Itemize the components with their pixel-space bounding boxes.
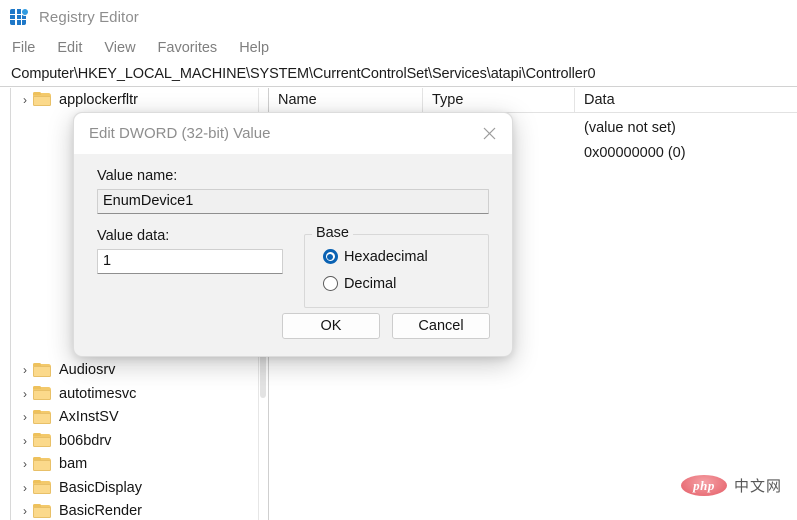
tree-item-label: Audiosrv	[59, 362, 116, 379]
cancel-button[interactable]: Cancel	[392, 313, 490, 339]
dialog-title-bar: Edit DWORD (32-bit) Value	[74, 113, 512, 154]
watermark: php 中文网	[680, 475, 782, 496]
close-icon[interactable]	[467, 113, 512, 154]
values-list-header: Name Type Data	[269, 88, 797, 113]
tree-item-b06bdrv[interactable]: › b06bdrv	[11, 429, 268, 453]
radio-decimal[interactable]: Decimal	[322, 271, 488, 296]
registry-editor-icon	[10, 7, 29, 27]
base-legend: Base	[311, 225, 353, 241]
dialog-title: Edit DWORD (32-bit) Value	[89, 125, 271, 142]
radio-hexadecimal-indicator[interactable]	[322, 249, 338, 264]
tree-item-label: autotimesvc	[59, 385, 137, 402]
value-data-group: Value data: 1	[97, 214, 304, 274]
tree-left-rail	[0, 88, 11, 520]
tree-item-basicdisplay[interactable]: › BasicDisplay	[11, 476, 268, 500]
folder-icon	[33, 456, 52, 472]
folder-icon	[33, 480, 52, 495]
column-header-data[interactable]: Data	[575, 88, 797, 112]
folder-icon	[33, 433, 52, 448]
tree-item-applockerfltr[interactable]: › applockerfltr	[11, 88, 268, 112]
chevron-right-icon[interactable]: ›	[17, 435, 33, 447]
dialog-buttons: OK Cancel	[282, 313, 490, 339]
tree-item-bam[interactable]: › bam	[11, 453, 268, 477]
tree-item-label: b06bdrv	[59, 432, 112, 449]
radio-hexadecimal[interactable]: Hexadecimal	[322, 244, 488, 269]
tree-item-autotimesvc[interactable]: › autotimesvc	[11, 382, 268, 406]
base-groupbox: Base Hexadecimal Decimal	[303, 225, 489, 308]
chevron-right-icon[interactable]: ›	[17, 505, 33, 517]
menu-bar: File Edit View Favorites Help	[0, 34, 797, 62]
cell-data: (value not set)	[584, 119, 676, 136]
cell-data: 0x00000000 (0)	[584, 144, 686, 161]
registry-editor-window: Registry Editor File Edit View Favorites…	[0, 0, 797, 520]
value-data-input[interactable]: 1	[97, 249, 283, 274]
title-bar: Registry Editor	[0, 0, 797, 34]
radio-decimal-label: Decimal	[343, 275, 397, 292]
watermark-text: 中文网	[733, 478, 782, 495]
chevron-right-icon[interactable]: ›	[17, 458, 33, 470]
dialog-body: Value name: EnumDevice1 Value data: 1 Ba…	[74, 168, 512, 308]
menu-item-help[interactable]: Help	[228, 38, 280, 58]
tree-item-label: AxInstSV	[59, 409, 119, 426]
radio-decimal-indicator[interactable]	[322, 276, 338, 291]
folder-icon	[33, 503, 52, 519]
folder-icon	[33, 92, 52, 107]
ok-button[interactable]: OK	[282, 313, 380, 339]
radio-hexadecimal-label: Hexadecimal	[343, 248, 428, 265]
tree-item-label: applockerfltr	[59, 91, 138, 108]
chevron-right-icon[interactable]: ›	[17, 482, 33, 494]
chevron-right-icon[interactable]: ›	[17, 411, 33, 423]
tree-item-label: BasicDisplay	[59, 479, 142, 496]
tree-item-axinstsv[interactable]: › AxInstSV	[11, 406, 268, 430]
tree-item-label: bam	[59, 456, 88, 473]
window-title: Registry Editor	[39, 8, 139, 26]
chevron-right-icon[interactable]: ›	[17, 364, 33, 376]
menu-item-file[interactable]: File	[0, 38, 46, 58]
tree-item-label: BasicRender	[59, 503, 143, 520]
column-header-name[interactable]: Name	[269, 88, 423, 112]
value-name-label: Value name:	[97, 168, 178, 184]
menu-item-edit[interactable]: Edit	[46, 38, 93, 58]
value-data-label: Value data:	[97, 228, 170, 244]
address-bar[interactable]: Computer\HKEY_LOCAL_MACHINE\SYSTEM\Curre…	[0, 62, 797, 87]
menu-item-favorites[interactable]: Favorites	[147, 38, 229, 58]
edit-dword-dialog: Edit DWORD (32-bit) Value Value name: En…	[73, 112, 513, 357]
value-name-input[interactable]: EnumDevice1	[97, 189, 489, 214]
folder-icon	[33, 362, 52, 378]
menu-item-view[interactable]: View	[93, 38, 146, 58]
chevron-right-icon[interactable]: ›	[17, 388, 33, 400]
folder-icon	[33, 409, 52, 425]
registry-path: Computer\HKEY_LOCAL_MACHINE\SYSTEM\Curre…	[11, 66, 596, 82]
tree-item-audiosrv[interactable]: › Audiosrv	[11, 359, 268, 383]
dialog-row-data-base: Value data: 1 Base Hexadecimal Decimal	[97, 214, 489, 308]
watermark-logo: php	[680, 475, 727, 496]
column-header-type[interactable]: Type	[423, 88, 575, 112]
folder-icon	[33, 386, 52, 401]
tree-item-basicrender[interactable]: › BasicRender	[11, 500, 268, 520]
chevron-right-icon[interactable]: ›	[17, 94, 33, 106]
